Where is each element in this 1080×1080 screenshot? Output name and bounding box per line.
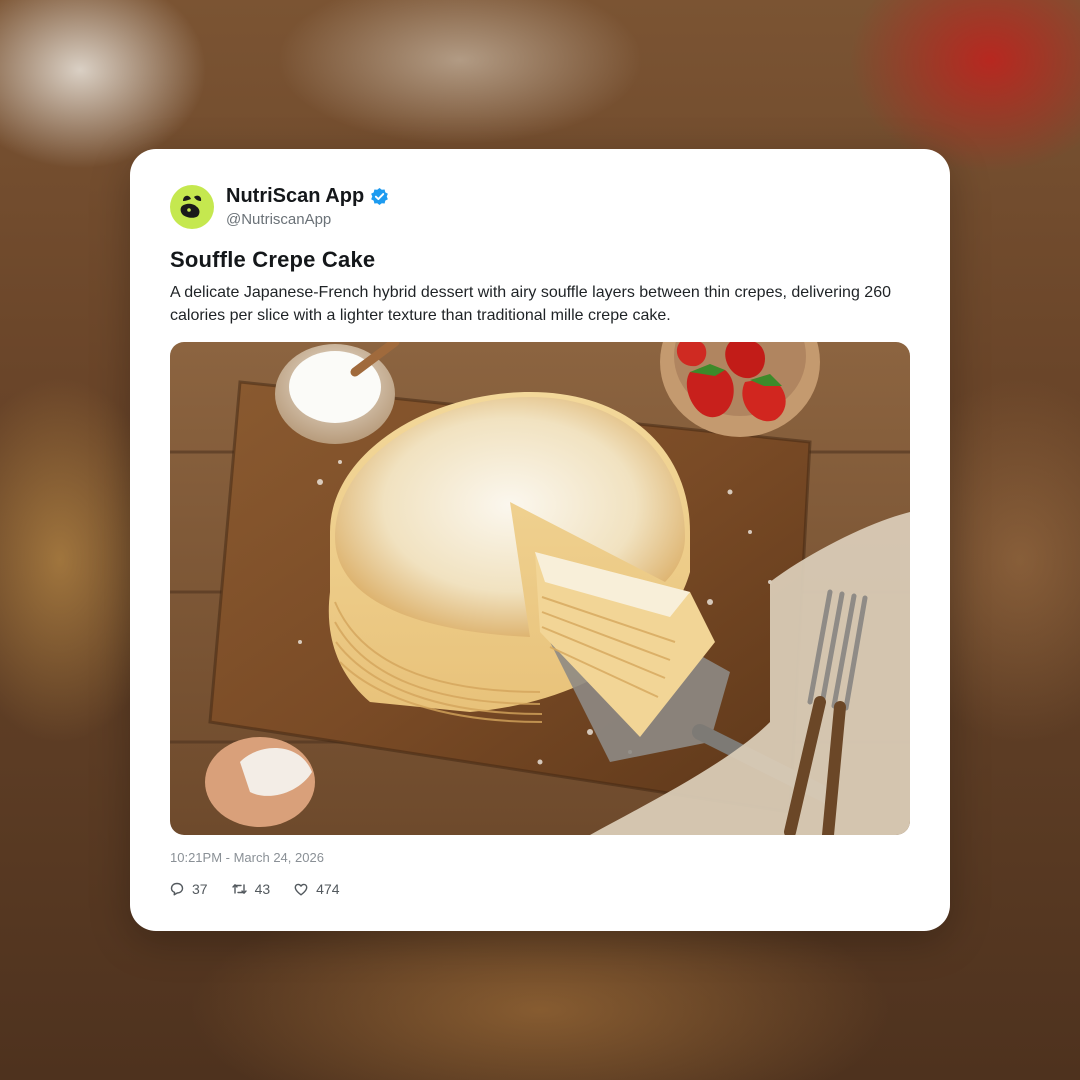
like-count: 474 <box>316 881 340 897</box>
author-handle[interactable]: @NutriscanApp <box>226 211 331 228</box>
author-name[interactable]: NutriScan App <box>226 185 364 208</box>
repost-count: 43 <box>254 881 271 897</box>
repost-icon <box>231 884 247 894</box>
engagement-bar: 37 43 474 <box>170 881 340 897</box>
post-timestamp[interactable]: 10:21PM - March 24, 2026 <box>170 850 324 865</box>
verified-badge-icon <box>371 187 389 206</box>
post-card: NutriScan App @NutriscanApp Souffle Crep… <box>130 149 950 931</box>
reply-button[interactable]: 37 <box>170 881 208 897</box>
heart-icon <box>294 883 308 895</box>
comment-icon <box>170 882 184 896</box>
avatar[interactable] <box>170 185 214 229</box>
reply-count: 37 <box>192 881 208 897</box>
leaf-logo-icon <box>180 195 202 218</box>
like-button[interactable]: 474 <box>294 881 340 897</box>
crepe-cake-photo <box>170 342 910 835</box>
repost-button[interactable]: 43 <box>231 881 271 897</box>
post-description: A delicate Japanese-French hybrid desser… <box>170 284 891 324</box>
author-row: NutriScan App <box>226 185 389 208</box>
post-title: Souffle Crepe Cake <box>170 247 376 272</box>
post-image[interactable] <box>170 342 910 835</box>
